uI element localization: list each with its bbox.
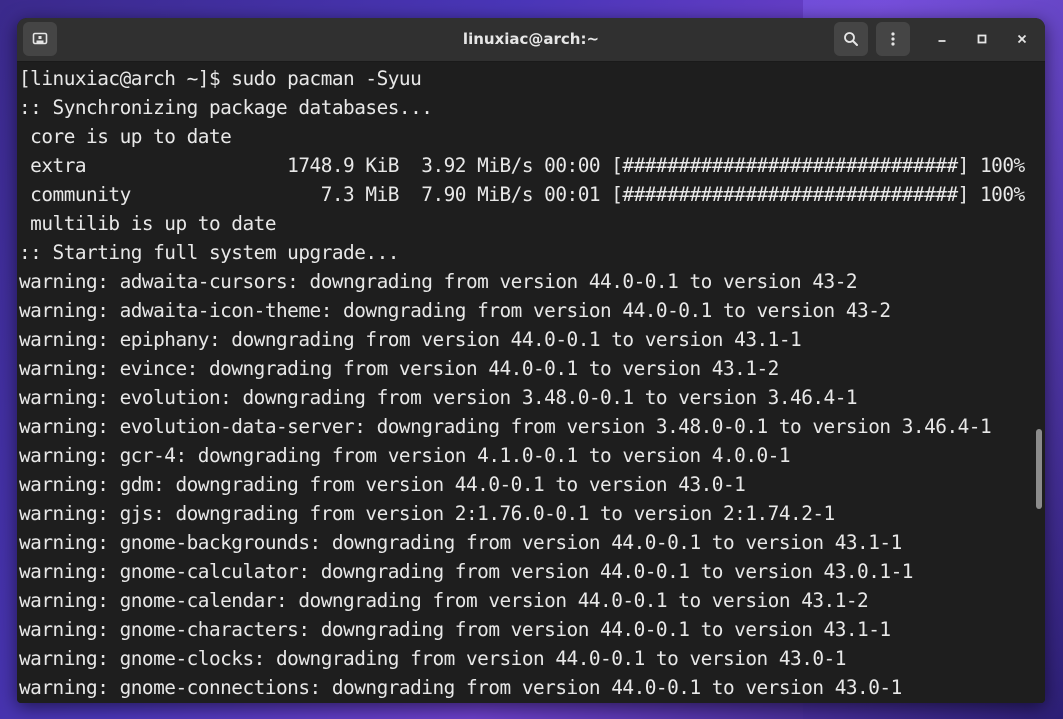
new-tab-button[interactable] [23,22,57,56]
terminal-line: warning: gjs: downgrading from version 2… [19,502,835,525]
terminal-line: warning: adwaita-cursors: downgrading fr… [19,270,858,293]
menu-button[interactable] [876,22,910,56]
terminal-line: warning: gnome-calendar: downgrading fro… [19,589,869,612]
terminal-lines: [linuxiac@arch ~]$ sudo pacman -Syuu :: … [19,64,1025,702]
terminal-line: warning: gnome-backgrounds: downgrading … [19,531,902,554]
terminal-line: warning: gnome-clocks: downgrading from … [19,647,846,670]
kebab-menu-icon [891,32,895,46]
new-tab-icon [32,32,48,45]
terminal-line: warning: evolution-data-server: downgrad… [19,415,992,438]
terminal-line: warning: evolution: downgrading from ver… [19,386,858,409]
close-icon [1017,34,1027,44]
terminal-line: warning: gdm: downgrading from version 4… [19,473,746,496]
terminal-line: warning: evince: downgrading from versio… [19,357,779,380]
terminal-line: core is up to date [19,125,232,148]
terminal-line: [linuxiac@arch ~]$ sudo pacman -Syuu [19,67,422,90]
terminal-line: warning: gnome-characters: downgrading f… [19,618,891,641]
terminal-line: :: Synchronizing package databases... [19,96,433,119]
terminal-line: warning: adwaita-icon-theme: downgrading… [19,299,891,322]
headerbar: linuxiac@arch:~ [17,18,1045,62]
terminal-line: warning: gcr-4: downgrading from version… [19,444,791,467]
search-button[interactable] [834,22,868,56]
terminal-window: linuxiac@arch:~ [linuxiac@arch ~]$ sudo … [17,18,1045,703]
terminal-line: :: Starting full system upgrade... [19,241,399,264]
terminal-line: warning: epiphany: downgrading from vers… [19,328,802,351]
close-button[interactable] [1010,27,1034,51]
terminal-output[interactable]: [linuxiac@arch ~]$ sudo pacman -Syuu :: … [17,62,1045,703]
minimize-icon [938,40,946,42]
minimize-button[interactable] [930,27,954,51]
terminal-line: multilib is up to date [19,212,277,235]
scrollbar-thumb[interactable] [1036,429,1042,509]
terminal-line: warning: gnome-connections: downgrading … [19,676,902,699]
maximize-button[interactable] [970,27,994,51]
terminal-line: extra 1748.9 KiB 3.92 MiB/s 00:00 [#####… [19,154,1025,177]
maximize-icon [977,34,987,44]
terminal-line: warning: gnome-calculator: downgrading f… [19,560,913,583]
terminal-line: community 7.3 MiB 7.90 MiB/s 00:01 [####… [19,183,1025,206]
search-icon [844,32,858,46]
